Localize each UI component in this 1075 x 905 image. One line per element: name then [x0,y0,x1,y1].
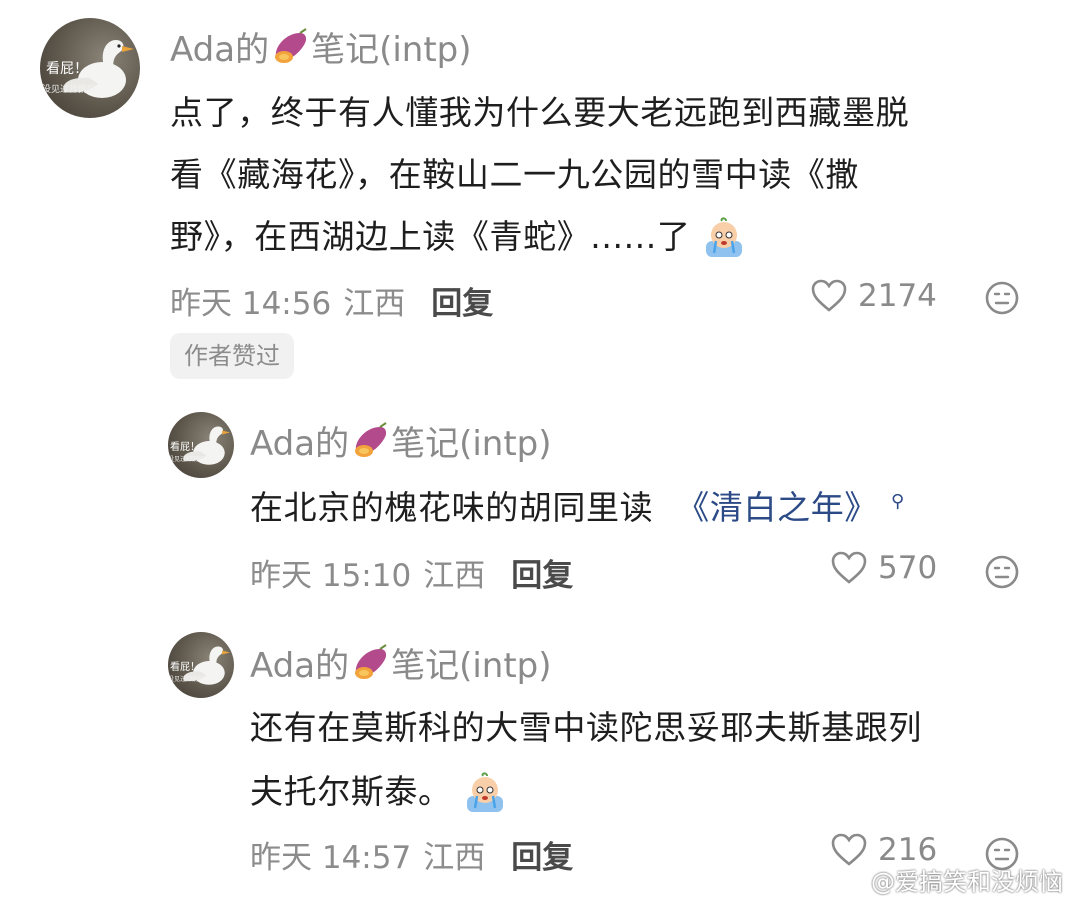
reply-comment-1: 看屁！ 没见过帅鹅吗 Ada的 笔记(intp) 在北京的槐花味的胡同里读 《清… [0,400,1075,610]
comment-body: 在北京的槐花味的胡同里读 《清白之年》 ⚲ [250,474,1050,536]
reply-button[interactable]: 回复 [511,832,573,877]
avatar-text-top: 看屁！ [170,442,200,453]
username[interactable]: Ada的 笔记(intp) [250,416,552,465]
reply-button[interactable]: 回复 [511,550,573,595]
comment-time: 昨天 14:57 [250,840,412,876]
body-line: 夫托尔斯泰。 [250,772,452,811]
heart-outline-icon [811,279,847,312]
avatar-text-top: 看屁！ [46,61,88,77]
username-prefix: Ada的 [170,30,270,70]
comment-time: 昨天 14:56 [170,286,332,322]
like-button[interactable]: 2174 [810,278,937,314]
comment-meta: 昨天 14:57 江西 回复 [250,832,573,877]
reply-button[interactable]: 回复 [431,278,493,323]
neutral-face-icon[interactable] [984,280,1020,316]
comment-body: 点了，终于有人懂我为什么要大老远跑到西藏墨脱 看《藏海花》，在鞍山二一九公园的雪… [170,82,1050,268]
avatar-text-bottom: 没见过帅鹅吗 [42,85,97,95]
comment-time: 昨天 15:10 [250,558,412,594]
avatar[interactable]: 看屁！ 没见过帅鹅吗 [168,632,234,698]
comment-location: 江西 [423,558,486,594]
body-line-with-emoji: 野》，在西湖边上读《青蛇》......了 [170,206,1050,268]
neutral-face-icon[interactable] [984,554,1020,590]
username[interactable]: Ada的 笔记(intp) [170,22,472,71]
comment-meta: 昨天 14:56 江西 回复 [170,278,493,323]
like-count: 2174 [858,278,937,314]
avatar[interactable]: 看屁！ 没见过帅鹅吗 [168,412,234,478]
avatar-text-bottom: 没见过帅鹅吗 [168,456,205,463]
body-line: 看《藏海花》，在鞍山二一九公园的雪中读《撒 [170,155,860,194]
sweet-potato-icon [275,27,307,63]
username-suffix: 笔记(intp) [391,424,552,464]
heart-outline-icon [831,551,867,584]
sweet-potato-icon [355,421,387,457]
sweet-potato-icon [355,643,387,679]
search-icon[interactable]: ⚲ [891,491,905,512]
body-text-plain: 在北京的槐花味的胡同里读 [250,488,654,527]
avatar[interactable]: 看屁！ 没见过帅鹅吗 [40,18,140,118]
body-line: 还有在莫斯科的大雪中读陀思妥耶夫斯基跟列 [250,708,922,747]
avatar-text-bottom: 没见过帅鹅吗 [168,676,205,683]
crying-emoji-icon [705,216,742,257]
comment-location: 江西 [343,286,406,322]
like-count: 570 [878,550,938,586]
comment-location: 江西 [423,840,486,876]
author-liked-badge: 作者赞过 [170,333,294,379]
username-suffix: 笔记(intp) [391,646,552,686]
like-button[interactable]: 570 [830,550,937,586]
username-suffix: 笔记(intp) [311,30,472,70]
body-line: 野》，在西湖边上读《青蛇》......了 [170,217,691,256]
comment-meta: 昨天 15:10 江西 回复 [250,550,573,595]
comment-1: 看屁！ 没见过帅鹅吗 Ada的 笔记(intp) 点了，终于有人懂我为什么要大老… [0,0,1075,390]
username[interactable]: Ada的 笔记(intp) [250,638,552,687]
book-link[interactable]: 《清白之年》 [676,488,878,527]
comment-body: 还有在莫斯科的大雪中读陀思妥耶夫斯基跟列 夫托尔斯泰。 [250,696,1050,824]
crying-emoji-icon [466,771,503,812]
avatar-text-top: 看屁！ [170,662,200,673]
username-prefix: Ada的 [250,646,350,686]
username-prefix: Ada的 [250,424,350,464]
watermark-text: @爱搞笑和没烦恼 [871,868,1063,896]
body-line-with-emoji: 夫托尔斯泰。 [250,760,1050,824]
weibo-logo-icon [838,869,866,892]
body-line: 点了，终于有人懂我为什么要大老远跑到西藏墨脱 [170,93,910,132]
watermark: @爱搞笑和没烦恼 [837,862,1063,897]
